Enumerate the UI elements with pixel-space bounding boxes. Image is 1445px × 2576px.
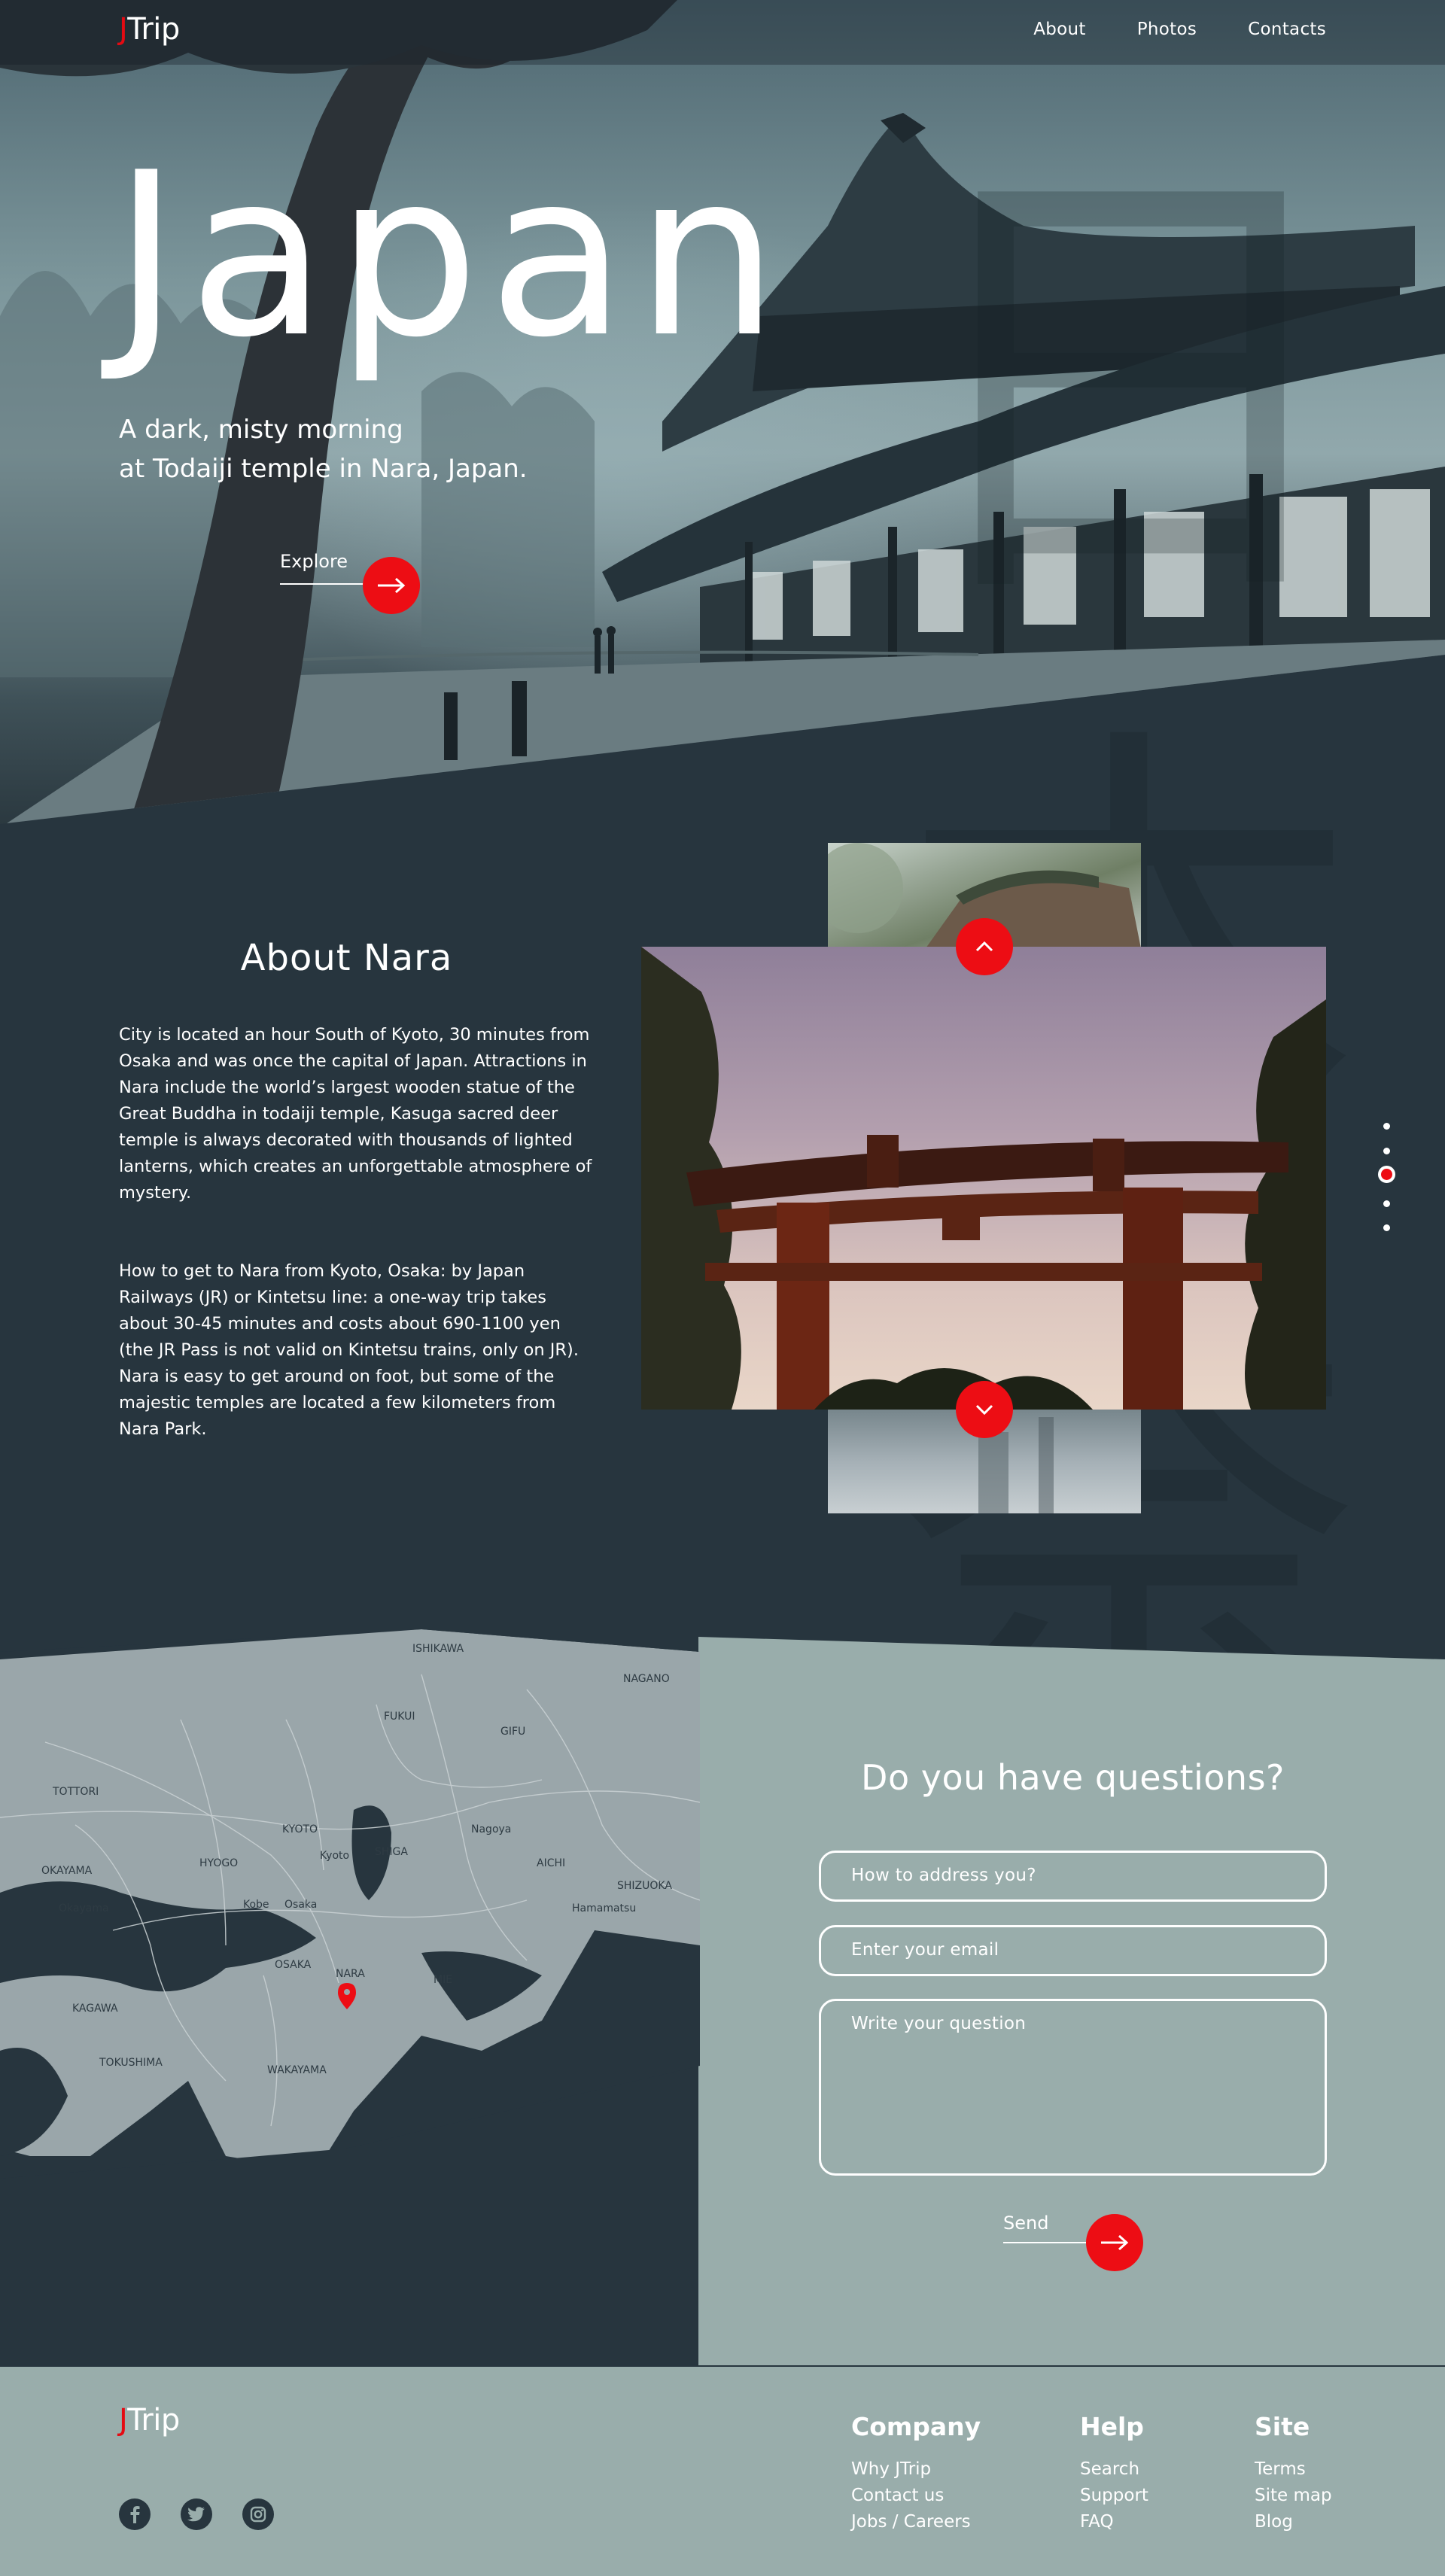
pagination-dot-1[interactable] [1383,1123,1390,1130]
pagination-dot-2[interactable] [1383,1148,1390,1154]
footer-column-help: Help Search Support FAQ [1080,2412,1148,2535]
logo-text: Trip [127,12,180,47]
map-label-nagano: NAGANO [623,1673,670,1685]
footer-column-site: Site Terms Site map Blog [1255,2412,1332,2535]
pagination-dot-3-active[interactable] [1378,1166,1395,1183]
map-label-shiga: SHIGA [375,1846,408,1858]
map-label-nara: NARA [336,1968,365,1980]
jtrip-logo[interactable]: JTrip [119,12,180,47]
email-field-placeholder: Enter your email [851,1940,999,1960]
about-paragraph-2: How to get to Nara from Kyoto, Osaka: by… [119,1261,579,1439]
hero-subtitle: A dark, misty morning at Todaiji temple … [119,410,661,488]
map-label-fukui: FUKUI [384,1711,415,1723]
map-label-gifu: GIFU [500,1726,525,1738]
footer-link-terms[interactable]: Terms [1255,2456,1332,2483]
chevron-up-icon[interactable] [956,918,1013,975]
send-button[interactable]: Send [1003,2213,1146,2273]
footer: JTrip Company Why JTrip Contact us Jobs … [0,2365,1445,2576]
map-label-hyogo: HYOGO [199,1857,238,1869]
map-label-tottori: TOTTORI [52,1786,99,1798]
map-label-mie: MIE [434,1974,452,1986]
map-label-hamamatsu: Hamamatsu [572,1902,636,1915]
map-label-kyoto-city: Kyoto [320,1850,349,1862]
map-label-okayama-city: Okayama [59,1902,109,1915]
footer-column-company: Company Why JTrip Contact us Jobs / Care… [851,2412,981,2535]
nav-link-photos[interactable]: Photos [1137,20,1197,39]
explore-underline [280,583,370,585]
map-label-ishikawa: ISHIKAWA [412,1643,464,1655]
footer-logo-mark: J [119,2403,128,2438]
map-label-okayama: OKAYAMA [41,1865,93,1877]
map-label-osaka-city: Osaka [284,1899,317,1911]
map-label-kobe: Kobe [243,1899,269,1911]
map-label-shizuoka: SHIZUOKA [617,1880,672,1892]
arrow-right-icon[interactable] [1086,2214,1143,2271]
map-label-nagoya: Nagoya [471,1823,511,1835]
explore-label: Explore [280,551,348,572]
twitter-icon[interactable] [181,2498,212,2530]
nav-link-about[interactable]: About [1033,20,1086,39]
footer-link-why-jtrip[interactable]: Why JTrip [851,2456,981,2483]
instagram-icon[interactable] [242,2498,274,2530]
footer-link-support[interactable]: Support [1080,2483,1148,2509]
question-field-placeholder: Write your question [851,2014,1027,2033]
pagination-dot-4[interactable] [1383,1200,1390,1207]
chevron-down-icon[interactable] [956,1381,1013,1438]
nav-link-contacts[interactable]: Contacts [1248,20,1326,39]
map-label-tokushima: TOKUSHIMA [99,2057,163,2069]
contact-title: Do you have questions? [861,1757,1285,1798]
map-label-kyoto: KYOTO [282,1823,318,1835]
hero-section: JTrip About Photos Contacts Japan A dark… [0,0,1445,824]
about-title: About Nara [240,937,453,979]
hero-title: Japan [113,124,788,387]
social-links [119,2498,274,2530]
map-label-aichi: AICHI [537,1857,565,1869]
map-label-kagawa: KAGAWA [72,2003,118,2015]
footer-heading-company: Company [851,2412,981,2441]
footer-link-site-map[interactable]: Site map [1255,2483,1332,2509]
hero-subtitle-line-1: A dark, misty morning [119,415,403,445]
footer-heading-site: Site [1255,2412,1310,2441]
footer-link-faq[interactable]: FAQ [1080,2509,1148,2535]
map-label-wakayama: WAKAYAMA [267,2064,327,2076]
pagination-dot-5[interactable] [1383,1224,1390,1231]
logo-mark: J [119,12,128,47]
footer-link-contact-us[interactable]: Contact us [851,2483,981,2509]
footer-logo-text: Trip [127,2403,180,2438]
gallery-main-photo [641,947,1326,1410]
footer-jtrip-logo[interactable]: JTrip [119,2403,180,2438]
arrow-right-icon[interactable] [363,557,420,614]
facebook-icon[interactable] [119,2498,151,2530]
email-field[interactable]: Enter your email [819,1925,1327,1976]
footer-heading-help: Help [1080,2412,1144,2441]
explore-button[interactable]: Explore [280,551,423,614]
about-paragraph-1: City is located an hour South of Kyoto, … [119,1025,592,1203]
hero-subtitle-line-2: at Todaiji temple in Nara, Japan. [119,454,528,484]
footer-link-jobs-careers[interactable]: Jobs / Careers [851,2509,981,2535]
map-label-osaka: OSAKA [275,1959,312,1971]
send-label: Send [1003,2213,1049,2234]
question-field[interactable]: Write your question [819,1999,1327,2176]
region-map[interactable]: ISHIKAWA NAGANO FUKUI GIFU TOTTORI KYOTO… [0,1629,700,2179]
main-nav: About Photos Contacts [1033,20,1326,39]
footer-link-blog[interactable]: Blog [1255,2509,1332,2535]
footer-link-search[interactable]: Search [1080,2456,1148,2483]
name-field[interactable]: How to address you? [819,1851,1327,1902]
name-field-placeholder: How to address you? [851,1866,1036,1885]
send-underline [1003,2242,1094,2243]
